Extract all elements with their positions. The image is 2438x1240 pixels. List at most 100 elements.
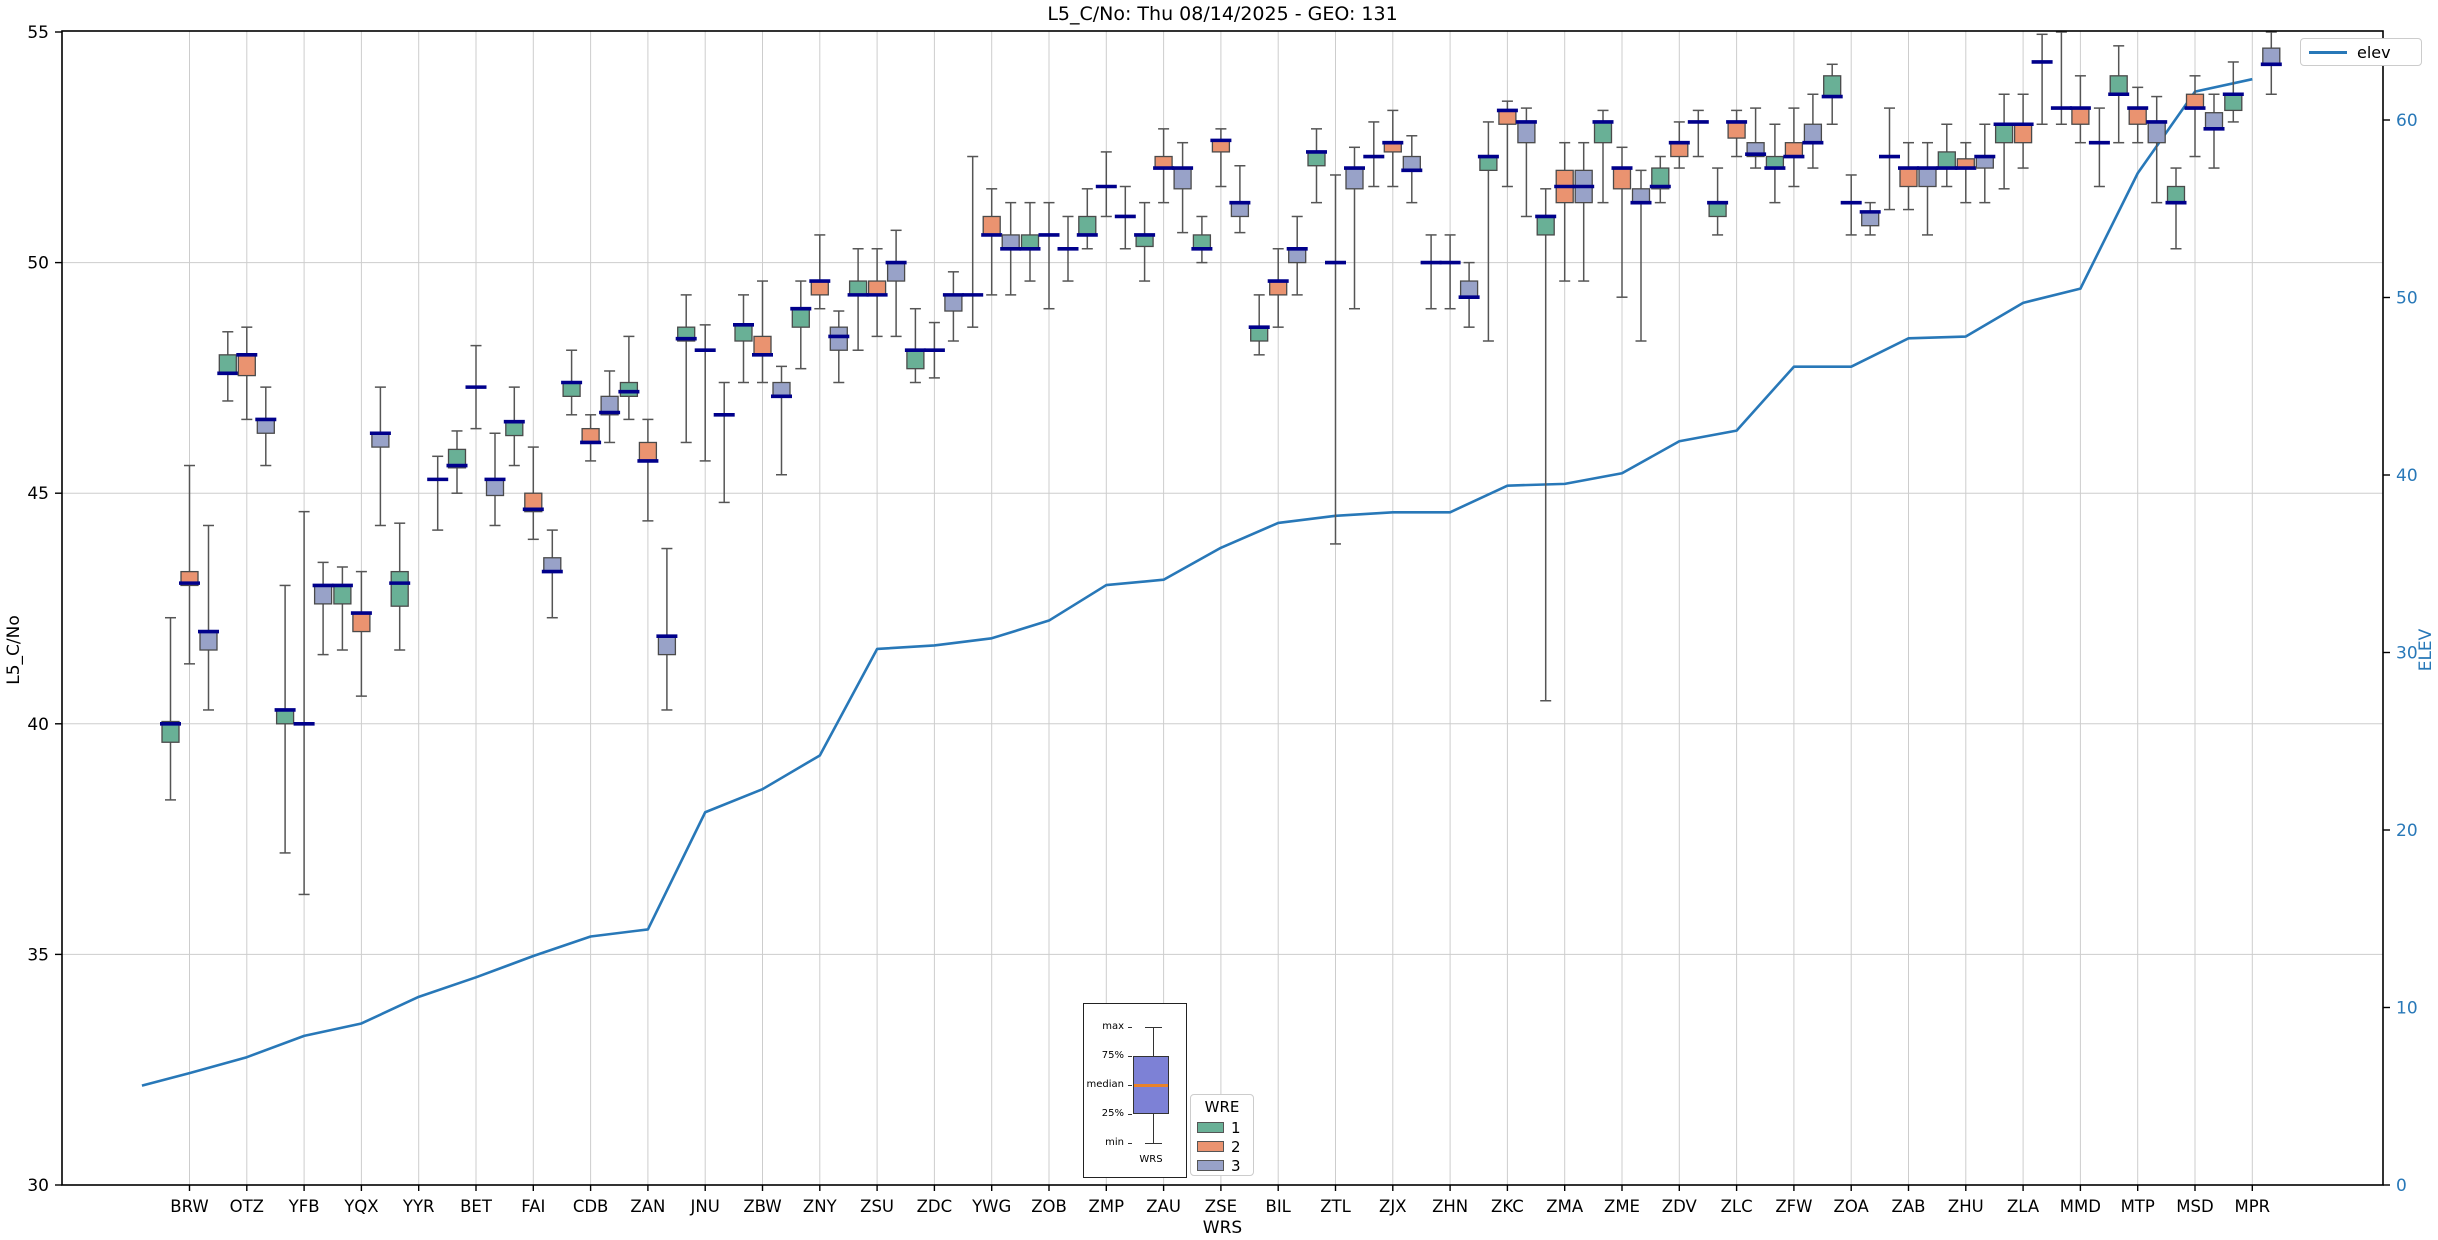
guide-xlabel: WRS: [1139, 1154, 1163, 1165]
box-BIL-wre1: [1250, 326, 1269, 342]
box-ZBW-wre1: [734, 324, 753, 342]
box-ZOA-wre3: [1861, 211, 1880, 227]
box-OTZ-wre1: [218, 354, 237, 374]
box-ZDV-wre2: [1670, 142, 1689, 158]
box-MSD-wre3: [2204, 112, 2224, 130]
elev-legend: elev: [2300, 38, 2422, 66]
box-ZAB-wre3: [1918, 167, 1937, 188]
guide-label-25: 25%: [1101, 1108, 1124, 1119]
box-ZKC-wre1: [1479, 155, 1498, 172]
x-axis-label: WRS: [1202, 1218, 1243, 1238]
box-MTP-wre2: [2128, 107, 2147, 125]
x-ticklabel-BIL: BIL: [1266, 1197, 1292, 1216]
x-ticklabel-ZDC: ZDC: [917, 1197, 953, 1216]
x-ticklabel-YFB: YFB: [288, 1197, 320, 1216]
x-ticklabel-ZBW: ZBW: [743, 1197, 781, 1216]
box-ZSE-wre1: [1192, 234, 1212, 250]
box-MSD-wre1: [2166, 185, 2186, 204]
guide-label-min: min: [1105, 1137, 1124, 1148]
box-BIL-wre3: [1288, 248, 1307, 264]
y-axis-label-left: L5_C/No: [4, 615, 24, 685]
guide-median-line: [1134, 1084, 1168, 1087]
box-ZME-wre3: [1631, 188, 1651, 204]
elev-line: [141, 77, 2253, 1087]
y-axis-label-right: ELEV: [2416, 628, 2436, 672]
box-ZLC-wre2: [1727, 121, 1746, 139]
elev-legend-label: elev: [2357, 42, 2391, 62]
guide-label-75: 75%: [1101, 1050, 1124, 1061]
box-ZHN-wre3: [1459, 280, 1479, 298]
x-ticklabel-ZLA: ZLA: [2007, 1197, 2040, 1216]
x-ticklabel-ZNY: ZNY: [803, 1197, 838, 1216]
x-ticklabel-BET: BET: [460, 1197, 493, 1216]
x-ticklabel-OTZ: OTZ: [230, 1197, 264, 1216]
guide-tick-max: [1128, 1027, 1132, 1028]
box-ZBW-wre3: [772, 381, 791, 397]
elev-line-sample: [2309, 50, 2347, 54]
x-ticklabel-ZOA: ZOA: [1834, 1197, 1870, 1216]
x-ticklabel-ZLC: ZLC: [1721, 1197, 1753, 1216]
box-YQX-wre1: [333, 584, 352, 605]
box-ZAN-wre2: [638, 441, 658, 462]
y-left-ticklabel-45: 45: [27, 484, 49, 504]
guide-tick-median: [1128, 1085, 1132, 1086]
box-MSD-wre2: [2185, 93, 2205, 109]
guide-cap-min: [1145, 1143, 1162, 1145]
box-ZNY-wre3: [829, 326, 848, 351]
x-ticklabel-ZHU: ZHU: [1948, 1197, 1984, 1216]
guide-tick-min: [1128, 1143, 1132, 1144]
box-ZMP-wre1: [1078, 215, 1097, 236]
box-ZSE-wre3: [1230, 201, 1250, 218]
x-ticklabel-ZAU: ZAU: [1146, 1197, 1181, 1216]
y-left-ticklabel-40: 40: [27, 715, 49, 735]
x-ticklabel-ZMP: ZMP: [1089, 1197, 1125, 1216]
y-right-ticklabel-50: 50: [2396, 289, 2418, 309]
box-OTZ-wre2: [237, 354, 256, 377]
box-ZAN-wre1: [619, 381, 639, 397]
box-YWG-wre3: [1001, 234, 1020, 250]
x-ticklabel-YWG: YWG: [971, 1197, 1011, 1216]
box-FAI-wre3: [543, 557, 562, 573]
x-ticklabel-YQX: YQX: [343, 1197, 378, 1216]
box-ZHU-wre1: [1937, 151, 1956, 169]
box-ZNY-wre2: [810, 280, 829, 296]
box-ZSU-wre1: [848, 280, 868, 296]
guide-label-max: max: [1102, 1021, 1124, 1032]
wre3-swatch: [1197, 1160, 1224, 1171]
wre1-label: 1: [1231, 1118, 1241, 1137]
y-left-ticklabel-30: 30: [27, 1176, 49, 1196]
x-ticklabel-MMD: MMD: [2060, 1197, 2101, 1216]
box-ZFW-wre3: [1803, 123, 1823, 144]
y-right-ticklabel-0: 0: [2396, 1176, 2407, 1196]
x-ticklabel-ZDV: ZDV: [1662, 1197, 1698, 1216]
box-ZLC-wre1: [1708, 201, 1727, 218]
y-right-ticklabel-10: 10: [2396, 999, 2418, 1019]
x-ticklabel-ZKC: ZKC: [1491, 1197, 1524, 1216]
x-ticklabel-MTP: MTP: [2121, 1197, 2155, 1216]
guide-whisker-upper: [1153, 1027, 1155, 1056]
x-ticklabel-BRW: BRW: [170, 1197, 208, 1216]
guide-cap-max: [1145, 1027, 1162, 1029]
box-YQX-wre2: [352, 612, 371, 633]
box-ZAU-wre3: [1173, 167, 1192, 190]
x-ticklabel-ZTL: ZTL: [1320, 1197, 1351, 1216]
box-BET-wre3: [485, 478, 505, 497]
guide-tick-75: [1128, 1056, 1132, 1057]
y-right-ticklabel-20: 20: [2396, 821, 2418, 841]
x-ticklabel-ZSU: ZSU: [860, 1197, 894, 1216]
box-ZME-wre1: [1593, 121, 1613, 144]
box-ZNY-wre1: [791, 308, 810, 328]
guide-label-median: median: [1086, 1079, 1125, 1090]
x-ticklabel-ZME: ZME: [1604, 1197, 1640, 1216]
box-YFB-wre3: [313, 584, 333, 605]
x-ticklabel-ZMA: ZMA: [1546, 1197, 1584, 1216]
wre2-swatch: [1197, 1141, 1224, 1152]
x-ticklabel-ZHN: ZHN: [1432, 1197, 1468, 1216]
x-ticklabel-ZAN: ZAN: [630, 1197, 665, 1216]
box-ZTL-wre1: [1307, 151, 1326, 167]
box-YYR-wre1: [390, 570, 409, 607]
x-ticklabel-ZOB: ZOB: [1031, 1197, 1067, 1216]
box-BIL-wre2: [1269, 280, 1288, 296]
wre2-label: 2: [1231, 1137, 1241, 1156]
box-ZSU-wre3: [886, 261, 906, 282]
